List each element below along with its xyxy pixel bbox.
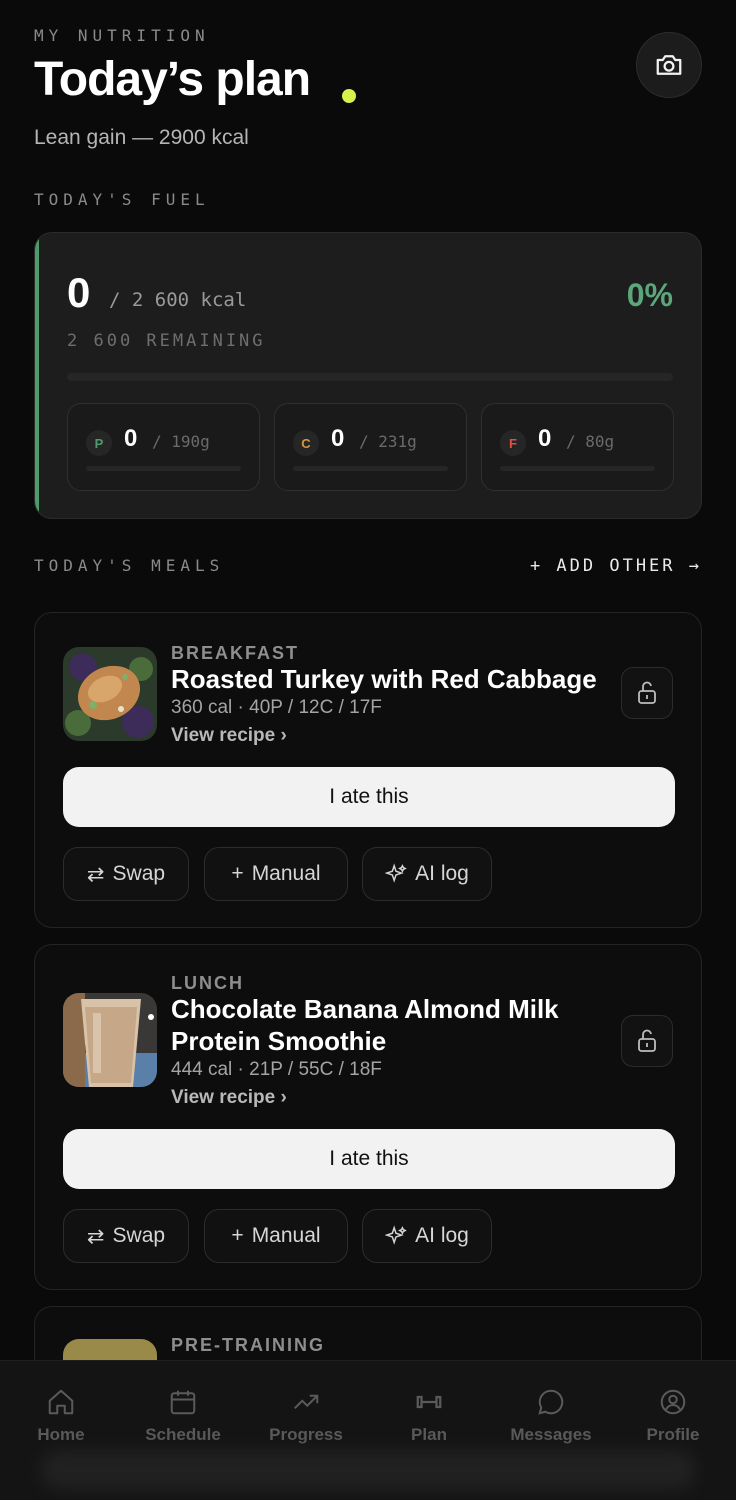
fuel-section-label: TODAY'S FUEL [34, 190, 210, 209]
meal-type-label: PRE-TRAINING [171, 1335, 325, 1355]
page-title: Today’s plan [34, 53, 311, 106]
sparkle-icon [385, 863, 407, 883]
ai-log-label: AI log [415, 1224, 469, 1247]
swap-icon: ⇄ [86, 1224, 105, 1248]
section-eyebrow: MY NUTRITION [34, 26, 210, 45]
meal-macros: 444 cal · 21P / 55C / 18F [171, 1059, 382, 1080]
trend-icon [294, 1394, 319, 1409]
ai-log-button[interactable]: AI log [362, 1209, 492, 1263]
protein-value: 0 [124, 425, 138, 452]
meal-name[interactable]: Chocolate Banana Almond Milk Protein Smo… [171, 993, 611, 1057]
calories-remaining: 2 600 REMAINING [67, 331, 266, 351]
fat-progress-bar [500, 466, 655, 471]
chat-icon [538, 1389, 564, 1415]
carbs-target: / 231g [359, 432, 417, 451]
calories-consumed: 0 [67, 269, 91, 316]
macro-fat: F 0 / 80g [481, 403, 674, 491]
carbs-badge: C [293, 430, 319, 456]
camera-icon [656, 55, 682, 75]
title-accent-dot [342, 89, 356, 103]
meals-section-label: TODAY'S MEALS [34, 556, 225, 575]
home-icon [48, 1389, 74, 1415]
unlock-icon [638, 681, 656, 704]
meal-name[interactable]: Roasted Turkey with Red Cabbage [171, 663, 611, 695]
tab-messages-label: Messages [510, 1425, 592, 1444]
manual-label: Manual [251, 862, 321, 885]
calories-progress-bar [67, 373, 673, 381]
plan-subtitle: Lean gain — 2900 kcal [34, 126, 249, 149]
unlock-icon [638, 1029, 656, 1052]
manual-button[interactable]: + Manual [204, 847, 348, 901]
meal-card-breakfast: BREAKFAST Roasted Turkey with Red Cabbag… [34, 612, 702, 928]
meal-thumbnail[interactable] [63, 993, 157, 1087]
meal-macros: 360 cal · 40P / 12C / 17F [171, 697, 382, 718]
swap-button[interactable]: ⇄ Swap [63, 1209, 189, 1263]
carbs-progress-bar [293, 466, 448, 471]
ate-this-button[interactable]: I ate this [63, 767, 675, 827]
macro-protein: P 0 / 190g [67, 403, 260, 491]
meal-type-label: BREAKFAST [171, 643, 300, 663]
smoothie-image [63, 993, 157, 1087]
tab-home-label: Home [37, 1425, 85, 1444]
plus-icon: + [231, 862, 244, 885]
dumbbell-icon [416, 1395, 442, 1409]
protein-target: / 190g [152, 432, 210, 451]
fat-value: 0 [538, 425, 552, 452]
tab-schedule-label: Schedule [145, 1425, 221, 1444]
tab-plan-label: Plan [411, 1425, 447, 1444]
sparkle-icon [385, 1225, 407, 1245]
camera-button[interactable] [636, 32, 702, 98]
calories-percent: 0% [626, 277, 673, 313]
add-other-button[interactable]: + ADD OTHER → [530, 556, 702, 576]
fuel-card: 0 / 2 600 kcal 0% 2 600 REMAINING P 0 / … [34, 232, 702, 519]
manual-button[interactable]: + Manual [204, 1209, 348, 1263]
tab-plan[interactable]: Plan [374, 1387, 484, 1445]
meal-card-lunch: LUNCH Chocolate Banana Almond Milk Prote… [34, 944, 702, 1290]
protein-badge: P [86, 430, 112, 456]
view-recipe-link[interactable]: View recipe › [171, 725, 287, 747]
swap-label: Swap [112, 1224, 166, 1247]
ai-log-button[interactable]: AI log [362, 847, 492, 901]
tab-profile-label: Profile [646, 1425, 700, 1444]
tab-progress[interactable]: Progress [251, 1387, 361, 1445]
protein-progress-bar [86, 466, 241, 471]
bottom-tab-bar: Home Schedule Progress Plan Messages Pro… [0, 1360, 736, 1500]
turkey-dish-image [63, 647, 157, 741]
macro-carbs: C 0 / 231g [274, 403, 467, 491]
carbs-value: 0 [331, 425, 345, 452]
manual-label: Manual [251, 1224, 321, 1247]
profile-icon [660, 1389, 686, 1415]
tab-profile[interactable]: Profile [618, 1387, 728, 1445]
ai-log-label: AI log [415, 862, 469, 885]
tab-messages[interactable]: Messages [496, 1387, 606, 1445]
fat-target: / 80g [566, 432, 615, 451]
calendar-icon [170, 1390, 196, 1415]
swap-icon: ⇄ [86, 862, 105, 886]
swap-button[interactable]: ⇄ Swap [63, 847, 189, 901]
calories-target: / 2 600 kcal [109, 289, 247, 311]
tab-progress-label: Progress [269, 1425, 343, 1444]
lock-meal-button[interactable] [621, 1015, 673, 1067]
home-indicator-blur [40, 1450, 696, 1490]
fat-badge: F [500, 430, 526, 456]
meal-thumbnail[interactable] [63, 647, 157, 741]
tab-home[interactable]: Home [6, 1387, 116, 1445]
ate-this-button[interactable]: I ate this [63, 1129, 675, 1189]
swap-label: Swap [112, 862, 166, 885]
view-recipe-link[interactable]: View recipe › [171, 1087, 287, 1109]
lock-meal-button[interactable] [621, 667, 673, 719]
plus-icon: + [231, 1224, 244, 1247]
meal-type-label: LUNCH [171, 973, 244, 993]
tab-schedule[interactable]: Schedule [128, 1387, 238, 1445]
fuel-card-accent [35, 233, 39, 518]
